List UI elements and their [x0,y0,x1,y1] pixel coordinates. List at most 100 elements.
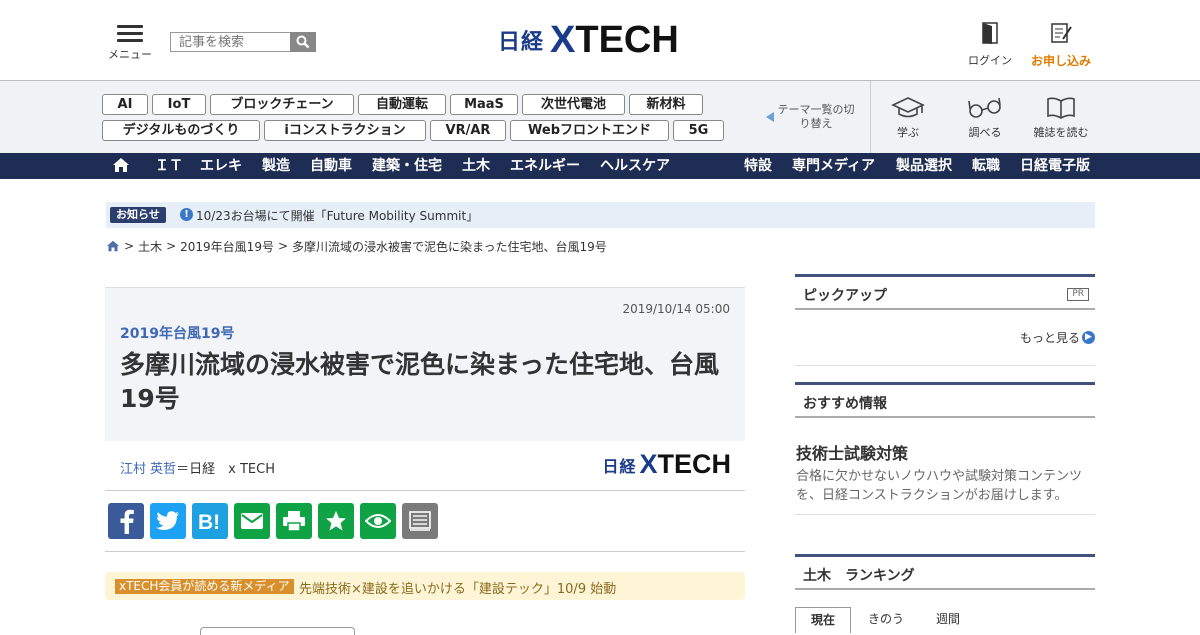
nav-civil-engineering[interactable]: 土木 [462,153,490,179]
tag-next-gen-battery[interactable]: 次世代電池 [522,94,625,115]
learn-label: 学ぶ [897,126,919,139]
tag-autonomous-driving[interactable]: 自動運転 [358,94,446,115]
nav-automotive[interactable]: 自動車 [310,153,352,179]
search-icon [296,35,310,49]
nav-electronics[interactable]: エレキ [200,153,242,179]
read-magazine-button[interactable]: 雑誌を読む [1031,95,1091,140]
article-date: 2019/10/14 05:00 [622,302,730,316]
triangle-left-icon [766,112,774,122]
tag-blockchain[interactable]: ブロックチェーン [210,94,354,115]
apply-label: お申し込み [1030,54,1091,68]
article-byline: 江村 英哲＝日経 x TECH 日経 XTECH [105,441,745,491]
share-email-button[interactable] [234,503,270,539]
watch-button[interactable] [360,503,396,539]
tag-ai[interactable]: AI [102,94,148,115]
login-label: ログイン [968,54,1012,67]
tag-iot[interactable]: IoT [152,94,206,115]
login-button[interactable]: ログイン [966,22,1014,68]
nav-architecture[interactable]: 建築・住宅 [372,153,442,179]
tag-5g[interactable]: 5G [673,120,724,141]
article-series-link[interactable]: 2019年台風19号 [120,323,234,343]
article-title: 多摩川流域の浸水被害で泥色に染まった住宅地、台風19号 [120,350,720,413]
promo-badge: xTECH会員が読める新メディア [115,579,294,594]
theme-switch-label: テーマ一覧の切り替え [777,103,855,130]
category-nav: ＩＴ エレキ 製造 自動車 建築・住宅 土木 エネルギー ヘルスケア 特設 専門… [0,153,1200,179]
glasses-icon [968,97,1001,118]
learn-button[interactable]: 学ぶ [878,95,938,140]
recommend-title: おすすめ情報 [803,396,887,412]
divider [870,81,871,153]
tag-vr-ar[interactable]: VR/AR [430,120,506,141]
ranking-tab-now[interactable]: 現在 [795,607,851,633]
text-view-button[interactable] [402,503,438,539]
tag-new-materials[interactable]: 新材料 [629,94,703,115]
promo-banner[interactable]: xTECH会員が読める新メディア 先端技術×建設を追いかける「建設テック」10/… [105,572,745,600]
ranking-tab-yesterday[interactable]: きのう [858,607,914,633]
home-icon [113,158,129,172]
divider [795,514,1095,515]
promo-text[interactable]: 先端技術×建設を追いかける「建設テック」10/9 始動 [299,578,616,597]
author-line: 江村 英哲＝日経 x TECH [120,458,275,477]
document-lines-icon [409,511,431,531]
graduation-cap-icon [891,97,925,118]
nav-home[interactable] [112,153,130,179]
article-header: 2019/10/14 05:00 2019年台風19号 多摩川流域の浸水被害で泥… [105,287,745,441]
search-input[interactable] [170,32,290,52]
recommend-item-title[interactable]: 技術士試験対策 [796,440,908,464]
pickup-title: ピックアップ [803,288,887,304]
door-icon [982,22,998,44]
notice-bar: お知らせ ! 10/23お台場にて開催「Future Mobility Summ… [106,202,1095,228]
nav-career[interactable]: 転職 [972,153,1000,179]
home-icon[interactable] [106,240,120,252]
nav-manufacturing[interactable]: 製造 [262,153,290,179]
hamburger-icon [117,25,143,42]
chevron-right-icon: ▶ [1082,331,1096,344]
tag-web-frontend[interactable]: Webフロントエンド [510,120,669,141]
more-label: もっと見る [1020,331,1081,345]
svg-text:B!: B! [198,511,220,532]
breadcrumb-civil[interactable]: 土木 [138,238,162,255]
search-tool-button[interactable]: 調べる [955,95,1015,140]
ranking-title: 土木 ランキング [803,568,915,584]
print-button[interactable] [276,503,312,539]
tag-digital-monozukuri[interactable]: デジタルものづくり [102,120,260,141]
nav-healthcare[interactable]: ヘルスケア [600,153,670,179]
publisher-logo: 日経 XTECH [602,449,731,479]
site-logo[interactable]: 日経 XTECH [498,20,679,60]
read-magazine-label: 雑誌を読む [1033,126,1089,139]
nav-media[interactable]: 専門メディア [792,153,875,179]
ranking-tab-weekly[interactable]: 週間 [920,607,976,633]
nav-product-selection[interactable]: 製品選択 [896,153,952,179]
partial-button[interactable] [200,627,355,635]
author-link[interactable]: 江村 英哲 [120,462,176,477]
search-tool-label: 調べる [968,126,1002,139]
more-link[interactable]: もっと見る ▶ [1020,329,1096,346]
menu-label: メニュー [108,48,152,61]
nav-nikkei-digital[interactable]: 日経電子版 [1020,153,1090,179]
share-twitter-button[interactable] [150,503,186,539]
share-facebook-button[interactable] [108,503,144,539]
nav-energy[interactable]: エネルギー [510,153,580,179]
nav-special[interactable]: 特設 [744,153,772,179]
favorite-button[interactable] [318,503,354,539]
tag-i-construction[interactable]: iコンストラクション [264,120,426,141]
star-icon [326,511,346,531]
apply-button[interactable]: お申し込み [1026,22,1096,69]
twitter-bird-icon [156,511,179,530]
breadcrumb: > 土木 > 2019年台風19号 > 多摩川流域の浸水被害で泥色に染まった住宅… [106,237,607,255]
hatena-bookmark-icon: B! [198,511,220,532]
envelope-icon [241,513,263,529]
breadcrumb-series[interactable]: 2019年台風19号 [180,238,274,255]
publisher-label: ＝日経 x TECH [176,462,275,477]
search-box [170,32,316,52]
share-hatena-button[interactable]: B! [192,503,228,539]
theme-switch-button[interactable]: テーマ一覧の切り替え [766,103,856,131]
site-header: メニュー 日経 XTECH ログイン お申し込み [0,0,1200,81]
search-button[interactable] [290,32,316,52]
notice-link[interactable]: 10/23お台場にて開催「Future Mobility Summit」 [196,207,478,224]
menu-button[interactable]: メニュー [108,22,152,66]
info-icon: ! [180,208,193,221]
tag-maas[interactable]: MaaS [450,94,518,115]
facebook-icon [120,509,134,534]
nav-it[interactable]: ＩＴ [155,153,183,179]
